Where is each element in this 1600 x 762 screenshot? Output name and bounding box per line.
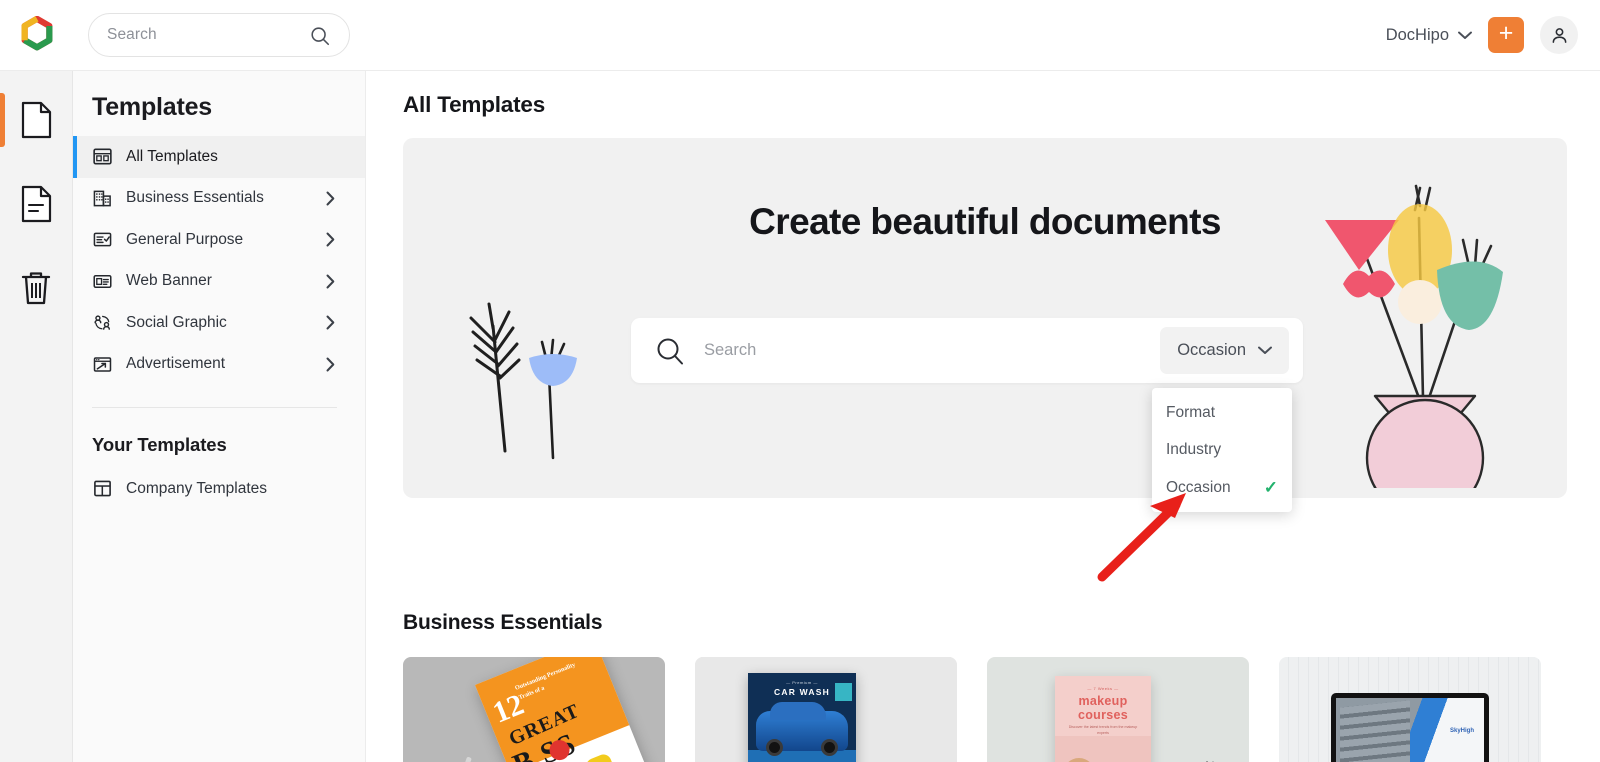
dropdown-item-label: Occasion [1166, 478, 1231, 496]
dropdown-item-format[interactable]: Format [1152, 394, 1292, 432]
brochure-weeks: — 7 Weeks — [1087, 686, 1119, 691]
sidebar-item-label: Company Templates [126, 479, 268, 497]
chevron-right-icon [326, 315, 335, 330]
header-search-box[interactable]: Search [88, 13, 350, 57]
chevron-down-icon [1458, 31, 1472, 39]
check-icon: ✓ [1263, 477, 1278, 497]
dropdown-item-label: Format [1166, 403, 1216, 421]
document-lines-icon [21, 185, 52, 223]
icon-rail [0, 71, 73, 762]
sidebar-title: Templates [92, 93, 213, 121]
template-card-makeup-courses[interactable]: — 7 Weeks — makeup courses Discover the … [987, 657, 1249, 762]
skyhigh-brand: SkyHigh [1449, 728, 1474, 734]
brochure-mockup: 12 Outstanding Personality Traits of a G… [475, 657, 658, 762]
dropdown-item-label: Industry [1166, 441, 1222, 459]
trash-icon [21, 272, 51, 305]
building-icon [93, 189, 112, 208]
rail-item-documents[interactable] [0, 89, 73, 151]
add-button[interactable]: + [1488, 17, 1524, 53]
brand-label: DocHipo [1385, 25, 1449, 44]
search-icon [311, 27, 330, 46]
sidebar-item-label: Advertisement [126, 355, 226, 373]
dropdown-item-occasion[interactable]: Occasion ✓ [1152, 469, 1292, 507]
brochure-badge-yellow [583, 752, 618, 762]
chevron-right-icon [326, 274, 335, 289]
search-icon [657, 338, 683, 364]
brand-dropdown[interactable]: DocHipo [1386, 26, 1472, 45]
chevron-right-icon [326, 232, 335, 247]
sidebar-item-general-purpose[interactable]: General Purpose [73, 219, 365, 261]
checklist-icon [93, 230, 112, 249]
sidebar-item-company-templates[interactable]: Company Templates [73, 468, 365, 510]
sidebar-item-social-graphic[interactable]: Social Graphic [73, 302, 365, 344]
sidebar-item-web-banner[interactable]: Web Banner [73, 261, 365, 303]
sidebar-item-label: Web Banner [126, 272, 212, 290]
brochure-body: Discover the latest trends from the make… [1068, 725, 1138, 735]
page-title: All Templates [403, 92, 546, 117]
rail-item-templates[interactable] [0, 173, 73, 235]
sidebar-item-all-templates[interactable]: All Templates [73, 136, 365, 178]
sidebar-item-business-essentials[interactable]: Business Essentials [73, 178, 365, 220]
social-users-icon [93, 313, 112, 332]
grid-layout-icon [93, 147, 112, 166]
flyer-discount-tag [835, 683, 852, 701]
hero-search-box[interactable]: Search Occasion [631, 318, 1303, 383]
hero-search-placeholder: Search [704, 341, 757, 359]
car-wash-flyer: — Premium — CAR WASH WE ARE NOW OPEN DOU… [748, 673, 856, 762]
chevron-down-icon [1258, 346, 1272, 354]
plus-icon: + [1498, 19, 1514, 47]
makeup-palette [1063, 758, 1095, 762]
makeup-brochure: — 7 Weeks — makeup courses Discover the … [1055, 676, 1151, 762]
chevron-right-icon [326, 191, 335, 206]
brochure-photo-area [1055, 736, 1151, 762]
rail-item-trash[interactable] [0, 257, 73, 319]
sidebar-item-label: Business Essentials [126, 189, 264, 207]
filter-dropdown-menu: Format Industry Occasion ✓ [1152, 388, 1292, 512]
section-title: Business Essentials [403, 611, 603, 634]
brochure-title-line2: courses [1077, 708, 1129, 722]
ad-window-icon [93, 355, 112, 374]
main-content: All Templates Create beautiful documents [366, 71, 1600, 762]
sidebar: Templates All Templates Business Essenti… [73, 71, 366, 762]
template-card-car-wash[interactable]: — Premium — CAR WASH WE ARE NOW OPEN DOU… [695, 657, 957, 762]
laptop-screen: SkyHigh [1336, 698, 1484, 762]
sidebar-item-label: General Purpose [126, 230, 244, 248]
building-graphic [1340, 700, 1410, 762]
your-templates-title: Your Templates [92, 434, 227, 455]
top-bar: Search DocHipo + [0, 0, 1600, 71]
banner-icon [93, 272, 112, 291]
template-card-great-boss[interactable]: 12 Outstanding Personality Traits of a G… [403, 657, 665, 762]
template-card-skyhigh-laptop[interactable]: SkyHigh [1279, 657, 1541, 762]
dochipo-logo-icon [21, 16, 53, 51]
laptop-lid: SkyHigh [1331, 693, 1489, 762]
logo-container[interactable] [0, 16, 74, 54]
template-card-grid: 12 Outstanding Personality Traits of a G… [403, 657, 1541, 762]
car-wheel-right [821, 739, 838, 756]
car-graphic [756, 702, 848, 756]
flower-vase-illustration [1325, 184, 1503, 488]
hero-banner: Create beautiful documents Search Occasi… [403, 138, 1567, 498]
sidebar-item-advertisement[interactable]: Advertisement [73, 344, 365, 386]
sidebar-item-label: All Templates [126, 147, 218, 165]
document-icon [21, 101, 52, 139]
occasion-filter-button[interactable]: Occasion [1160, 327, 1289, 374]
fern-and-blue-tulip-illustration [469, 302, 577, 460]
company-layout-icon [93, 479, 112, 498]
header-search-placeholder: Search [107, 26, 157, 43]
occasion-filter-label: Occasion [1177, 341, 1246, 359]
chevron-right-icon [326, 357, 335, 372]
avatar-button[interactable] [1540, 16, 1578, 54]
header-right-group: DocHipo + [1386, 16, 1600, 54]
brochure-title-line1: makeup [1078, 694, 1128, 708]
pen-decoration [439, 756, 472, 762]
person-icon [1552, 27, 1566, 43]
app-root: Search DocHipo + Templates All Templates… [0, 0, 1600, 762]
sidebar-item-label: Social Graphic [126, 313, 227, 331]
car-wheel-left [766, 739, 783, 756]
dropdown-item-industry[interactable]: Industry [1152, 432, 1292, 470]
